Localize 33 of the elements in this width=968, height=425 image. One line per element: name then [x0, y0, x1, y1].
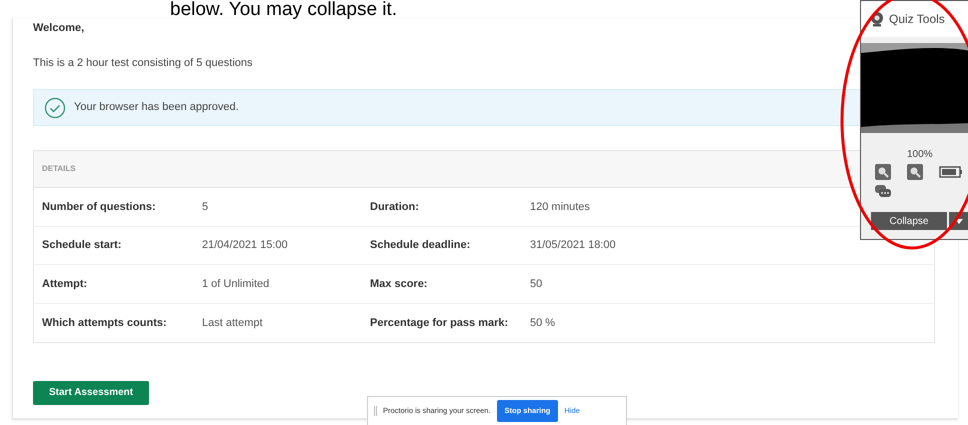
webcam-icon [869, 11, 885, 27]
check-circle-icon [44, 96, 66, 118]
welcome-heading: Welcome, [33, 21, 86, 36]
detail-value: 1 of Unlimited [202, 276, 270, 292]
detail-label: Number of questions: [42, 200, 157, 214]
detail-label: Duration: [370, 200, 420, 214]
detail-value: 120 minutes [530, 200, 591, 214]
start-assessment-button[interactable]: Start Assessment [33, 380, 150, 404]
detail-label: Schedule deadline: [370, 238, 472, 253]
detail-label: Max score: [370, 276, 428, 292]
detail-value: 31/05/2021 18:00 [530, 238, 617, 253]
detail-label: Which attempts counts: [42, 316, 168, 330]
zoom-level: 100% [907, 148, 934, 162]
battery-icon [939, 166, 963, 178]
detail-label: Attempt: [42, 276, 88, 292]
detail-label: Percentage for pass mark: [370, 316, 510, 330]
chat-icon[interactable] [875, 184, 891, 200]
detail-label: Schedule start: [42, 238, 122, 253]
detail-value: 5 [202, 200, 210, 214]
caret-icon [955, 218, 963, 224]
detail-value: 21/04/2021 15:00 [202, 238, 289, 253]
detail-value: 50 [530, 276, 544, 292]
drag-handle-icon[interactable] [374, 406, 377, 416]
detail-value: 50 % [530, 316, 556, 330]
zoom-out-icon[interactable] [907, 164, 923, 180]
zoom-in-icon[interactable] [875, 164, 891, 180]
collapse-button[interactable]: Collapse [871, 212, 947, 230]
alert-text: Your browser has been approved. [74, 100, 239, 116]
details-heading: DETAILS [42, 163, 76, 175]
detail-value: Last attempt [202, 316, 264, 330]
panel-title: Quiz Tools [889, 11, 945, 28]
caption: below. You may collapse it. [170, 0, 398, 19]
description: This is a 2 hour test consisting of 5 questions [33, 56, 254, 70]
